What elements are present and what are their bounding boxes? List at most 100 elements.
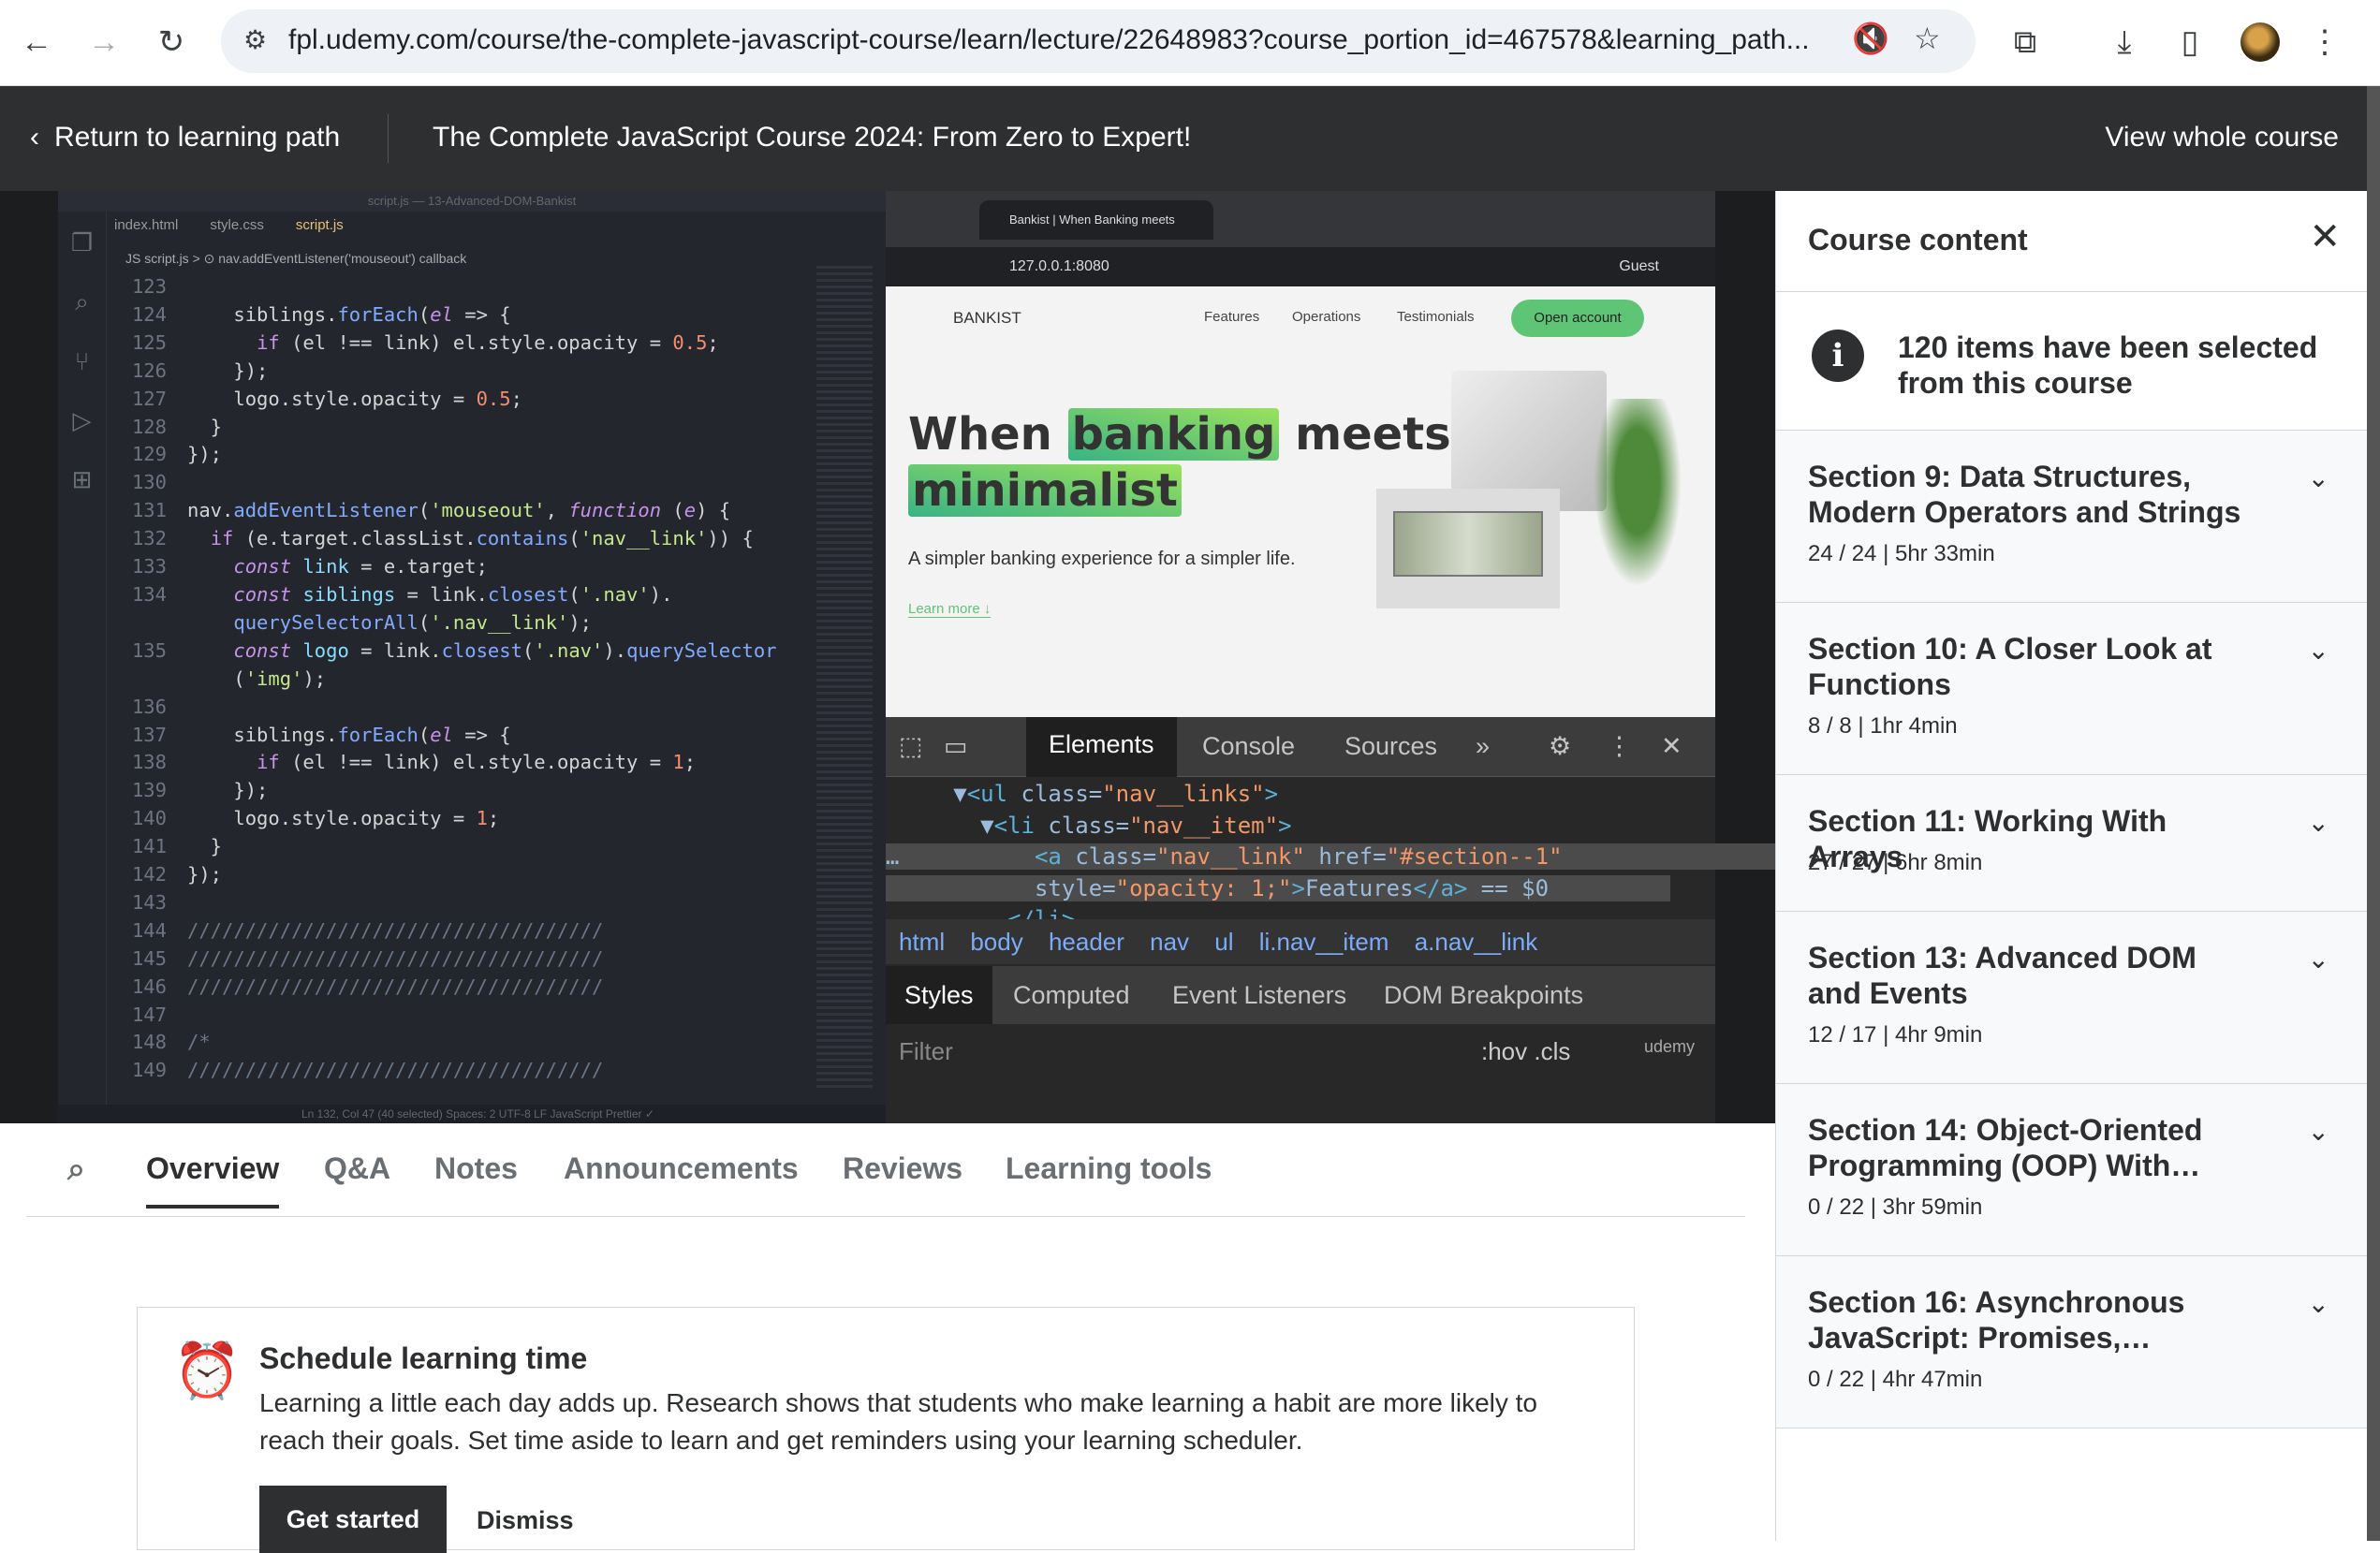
tab-notes[interactable]: Notes bbox=[434, 1151, 518, 1186]
activity-bar: ❐ ⌕ ⑂ ▷ ⊞ bbox=[58, 212, 107, 1123]
tab-sources: Sources bbox=[1344, 732, 1438, 760]
plant-image bbox=[1586, 399, 1689, 605]
alarm-clock-icon: ⏰ bbox=[173, 1341, 242, 1401]
info-icon: i bbox=[1812, 330, 1864, 382]
return-to-learning-path-link[interactable]: ‹ Return to learning path bbox=[30, 122, 340, 154]
editor-breadcrumb: JS script.js > ⊙ nav.addEventListener('m… bbox=[125, 251, 467, 266]
back-icon[interactable]: ← bbox=[15, 21, 58, 64]
vscode-window: script.js — 13-Advanced-DOM-Bankist ❐ ⌕ … bbox=[58, 191, 886, 1123]
browser-toolbar: ← → ↻ ⚙ fpl.udemy.com/course/the-complet… bbox=[0, 0, 2380, 86]
chevron-down-icon[interactable]: ⌄ bbox=[2308, 1288, 2329, 1319]
inner-address-bar: 127.0.0.1:8080 Guest bbox=[886, 247, 1715, 286]
vscode-status-bar: Ln 132, Col 47 (40 selected) Spaces: 2 U… bbox=[58, 1105, 886, 1123]
card-text: Learning a little each day adds up. Rese… bbox=[259, 1388, 1537, 1455]
video-player[interactable]: script.js — 13-Advanced-DOM-Bankist ❐ ⌕ … bbox=[0, 191, 1775, 1123]
learn-more-link: Learn more ↓ bbox=[908, 601, 992, 618]
sidebar-header: Course content ✕ bbox=[1776, 191, 2367, 292]
hero-subtitle: A simpler banking experience for a simpl… bbox=[908, 549, 1296, 569]
close-icon: ✕ bbox=[1661, 732, 1682, 760]
minimap bbox=[816, 266, 873, 1090]
bookmark-star-icon[interactable]: ☆ bbox=[1914, 21, 1941, 56]
section-item[interactable]: Section 13: Advanced DOM and Events 12 /… bbox=[1776, 912, 2367, 1084]
guest-label: Guest bbox=[1619, 258, 1659, 274]
open-account-button: Open account bbox=[1511, 300, 1644, 337]
bankist-page: BANKIST Features Operations Testimonials… bbox=[886, 286, 1715, 717]
more-tabs-icon: » bbox=[1476, 732, 1491, 760]
devtools-toolbar: ⬚ ▭ Elements Console Sources » ⚙ ⋮ ✕ bbox=[886, 717, 1715, 777]
kebab-icon: ⋮ bbox=[1607, 732, 1632, 760]
section-item[interactable]: Section 14: Object-Oriented Programming … bbox=[1776, 1084, 2367, 1256]
schedule-learning-card: ⏰ Schedule learning time Learning a litt… bbox=[137, 1307, 1635, 1553]
chevron-down-icon[interactable]: ⌄ bbox=[2308, 1116, 2329, 1147]
url-text[interactable]: fpl.udemy.com/course/the-complete-javasc… bbox=[288, 24, 1833, 56]
menu-kebab-icon[interactable]: ⋮ bbox=[2303, 21, 2346, 64]
dismiss-button[interactable]: Dismiss bbox=[477, 1506, 574, 1535]
tab-styles: Styles bbox=[886, 966, 992, 1024]
section-item[interactable]: Section 10: A Closer Look at Functions 8… bbox=[1776, 603, 2367, 775]
chevron-down-icon[interactable]: ⌄ bbox=[2308, 807, 2329, 838]
browser-window-in-video: Bankist | When Banking meets 127.0.0.1:8… bbox=[886, 191, 1775, 1123]
view-whole-course-link[interactable]: View whole course bbox=[2105, 122, 2339, 154]
section-item[interactable]: Section 9: Data Structures, Modern Opera… bbox=[1776, 431, 2367, 603]
chevron-down-icon[interactable]: ⌄ bbox=[2308, 462, 2329, 493]
lecture-tabs: ⌕ Overview Q&A Notes Announcements Revie… bbox=[26, 1123, 1745, 1217]
chevron-down-icon[interactable]: ⌄ bbox=[2308, 944, 2329, 974]
selection-info: i 120 items have been selected from this… bbox=[1776, 292, 2367, 431]
window-edge bbox=[2367, 86, 2380, 1541]
tab-reviews[interactable]: Reviews bbox=[843, 1151, 962, 1186]
extensions-icon: ⊞ bbox=[71, 465, 93, 493]
address-bar[interactable]: ⚙ fpl.udemy.com/course/the-complete-java… bbox=[221, 9, 1976, 73]
tab-computed: Computed bbox=[1013, 981, 1130, 1009]
close-icon[interactable]: ✕ bbox=[2309, 215, 2341, 258]
section-item[interactable]: Section 11: Working With Arrays 27 / 27 … bbox=[1776, 775, 2367, 912]
vscode-title: script.js — 13-Advanced-DOM-Bankist bbox=[58, 191, 886, 212]
tab-learning-tools[interactable]: Learning tools bbox=[1006, 1151, 1212, 1186]
tab-elements: Elements bbox=[1026, 717, 1177, 777]
course-header: ‹ Return to learning path The Complete J… bbox=[0, 86, 2380, 191]
tab-event-listeners: Event Listeners bbox=[1172, 981, 1347, 1009]
mute-icon[interactable]: 🔇 bbox=[1852, 21, 1889, 56]
gear-icon: ⚙ bbox=[1549, 732, 1572, 760]
sidebar-title: Course content bbox=[1808, 223, 2028, 256]
selection-info-text: 120 items have been selected from this c… bbox=[1898, 330, 2318, 400]
hero-title: When banking meets minimalist bbox=[908, 408, 1451, 517]
code-editor: 123 124 siblings.forEach(el => { 125 if … bbox=[131, 275, 777, 1082]
inspect-icon: ⬚ bbox=[899, 732, 923, 760]
extensions-icon[interactable]: ⧉ bbox=[2004, 21, 2047, 64]
devtools-breadcrumbs: html body header nav ul li.nav__item a.n… bbox=[886, 919, 1715, 964]
bankist-tab: Bankist | When Banking meets bbox=[979, 200, 1213, 240]
browser-tabstrip: Bankist | When Banking meets bbox=[886, 191, 1715, 247]
course-title: The Complete JavaScript Course 2024: Fro… bbox=[433, 122, 1192, 153]
tab-script-js: script.js bbox=[295, 217, 344, 233]
tab-announcements[interactable]: Announcements bbox=[564, 1151, 799, 1186]
get-started-button[interactable]: Get started bbox=[259, 1486, 447, 1553]
search-icon[interactable]: ⌕ bbox=[67, 1151, 85, 1188]
chevron-left-icon: ‹ bbox=[30, 122, 39, 153]
divider bbox=[388, 114, 389, 163]
tab-qa[interactable]: Q&A bbox=[324, 1151, 390, 1186]
tab-console: Console bbox=[1202, 732, 1296, 760]
tab-style-css: style.css bbox=[210, 217, 264, 233]
tab-index-html: index.html bbox=[114, 217, 179, 233]
nav-testimonials: Testimonials bbox=[1397, 309, 1475, 325]
forward-icon[interactable]: → bbox=[82, 21, 125, 64]
side-panel-icon[interactable]: ▯ bbox=[2168, 21, 2211, 64]
tab-overview[interactable]: Overview bbox=[146, 1151, 280, 1209]
styles-tabs: Styles Computed Event Listeners DOM Brea… bbox=[886, 966, 1715, 1024]
search-icon: ⌕ bbox=[75, 287, 89, 315]
run-icon: ▷ bbox=[72, 406, 92, 434]
reload-icon[interactable]: ↻ bbox=[150, 21, 193, 64]
files-icon: ❐ bbox=[70, 228, 94, 256]
tab-dom-breakpoints: DOM Breakpoints bbox=[1384, 981, 1584, 1009]
devtools-panel: ⬚ ▭ Elements Console Sources » ⚙ ⋮ ✕ ▼<u… bbox=[886, 717, 1775, 1123]
course-content-sidebar: Course content ✕ i 120 items have been s… bbox=[1775, 191, 2367, 1541]
section-item[interactable]: Section 16: Asynchronous JavaScript: Pro… bbox=[1776, 1256, 2367, 1428]
nav-operations: Operations bbox=[1292, 309, 1361, 325]
profile-avatar[interactable] bbox=[2240, 22, 2280, 62]
bankist-logo: BANKIST bbox=[953, 309, 1021, 327]
site-settings-icon[interactable]: ⚙ bbox=[243, 24, 267, 55]
chevron-down-icon[interactable]: ⌄ bbox=[2308, 635, 2329, 666]
source-control-icon: ⑂ bbox=[74, 347, 90, 375]
download-icon[interactable]: ⤓ bbox=[2103, 21, 2146, 64]
card-title: Schedule learning time bbox=[259, 1341, 588, 1375]
